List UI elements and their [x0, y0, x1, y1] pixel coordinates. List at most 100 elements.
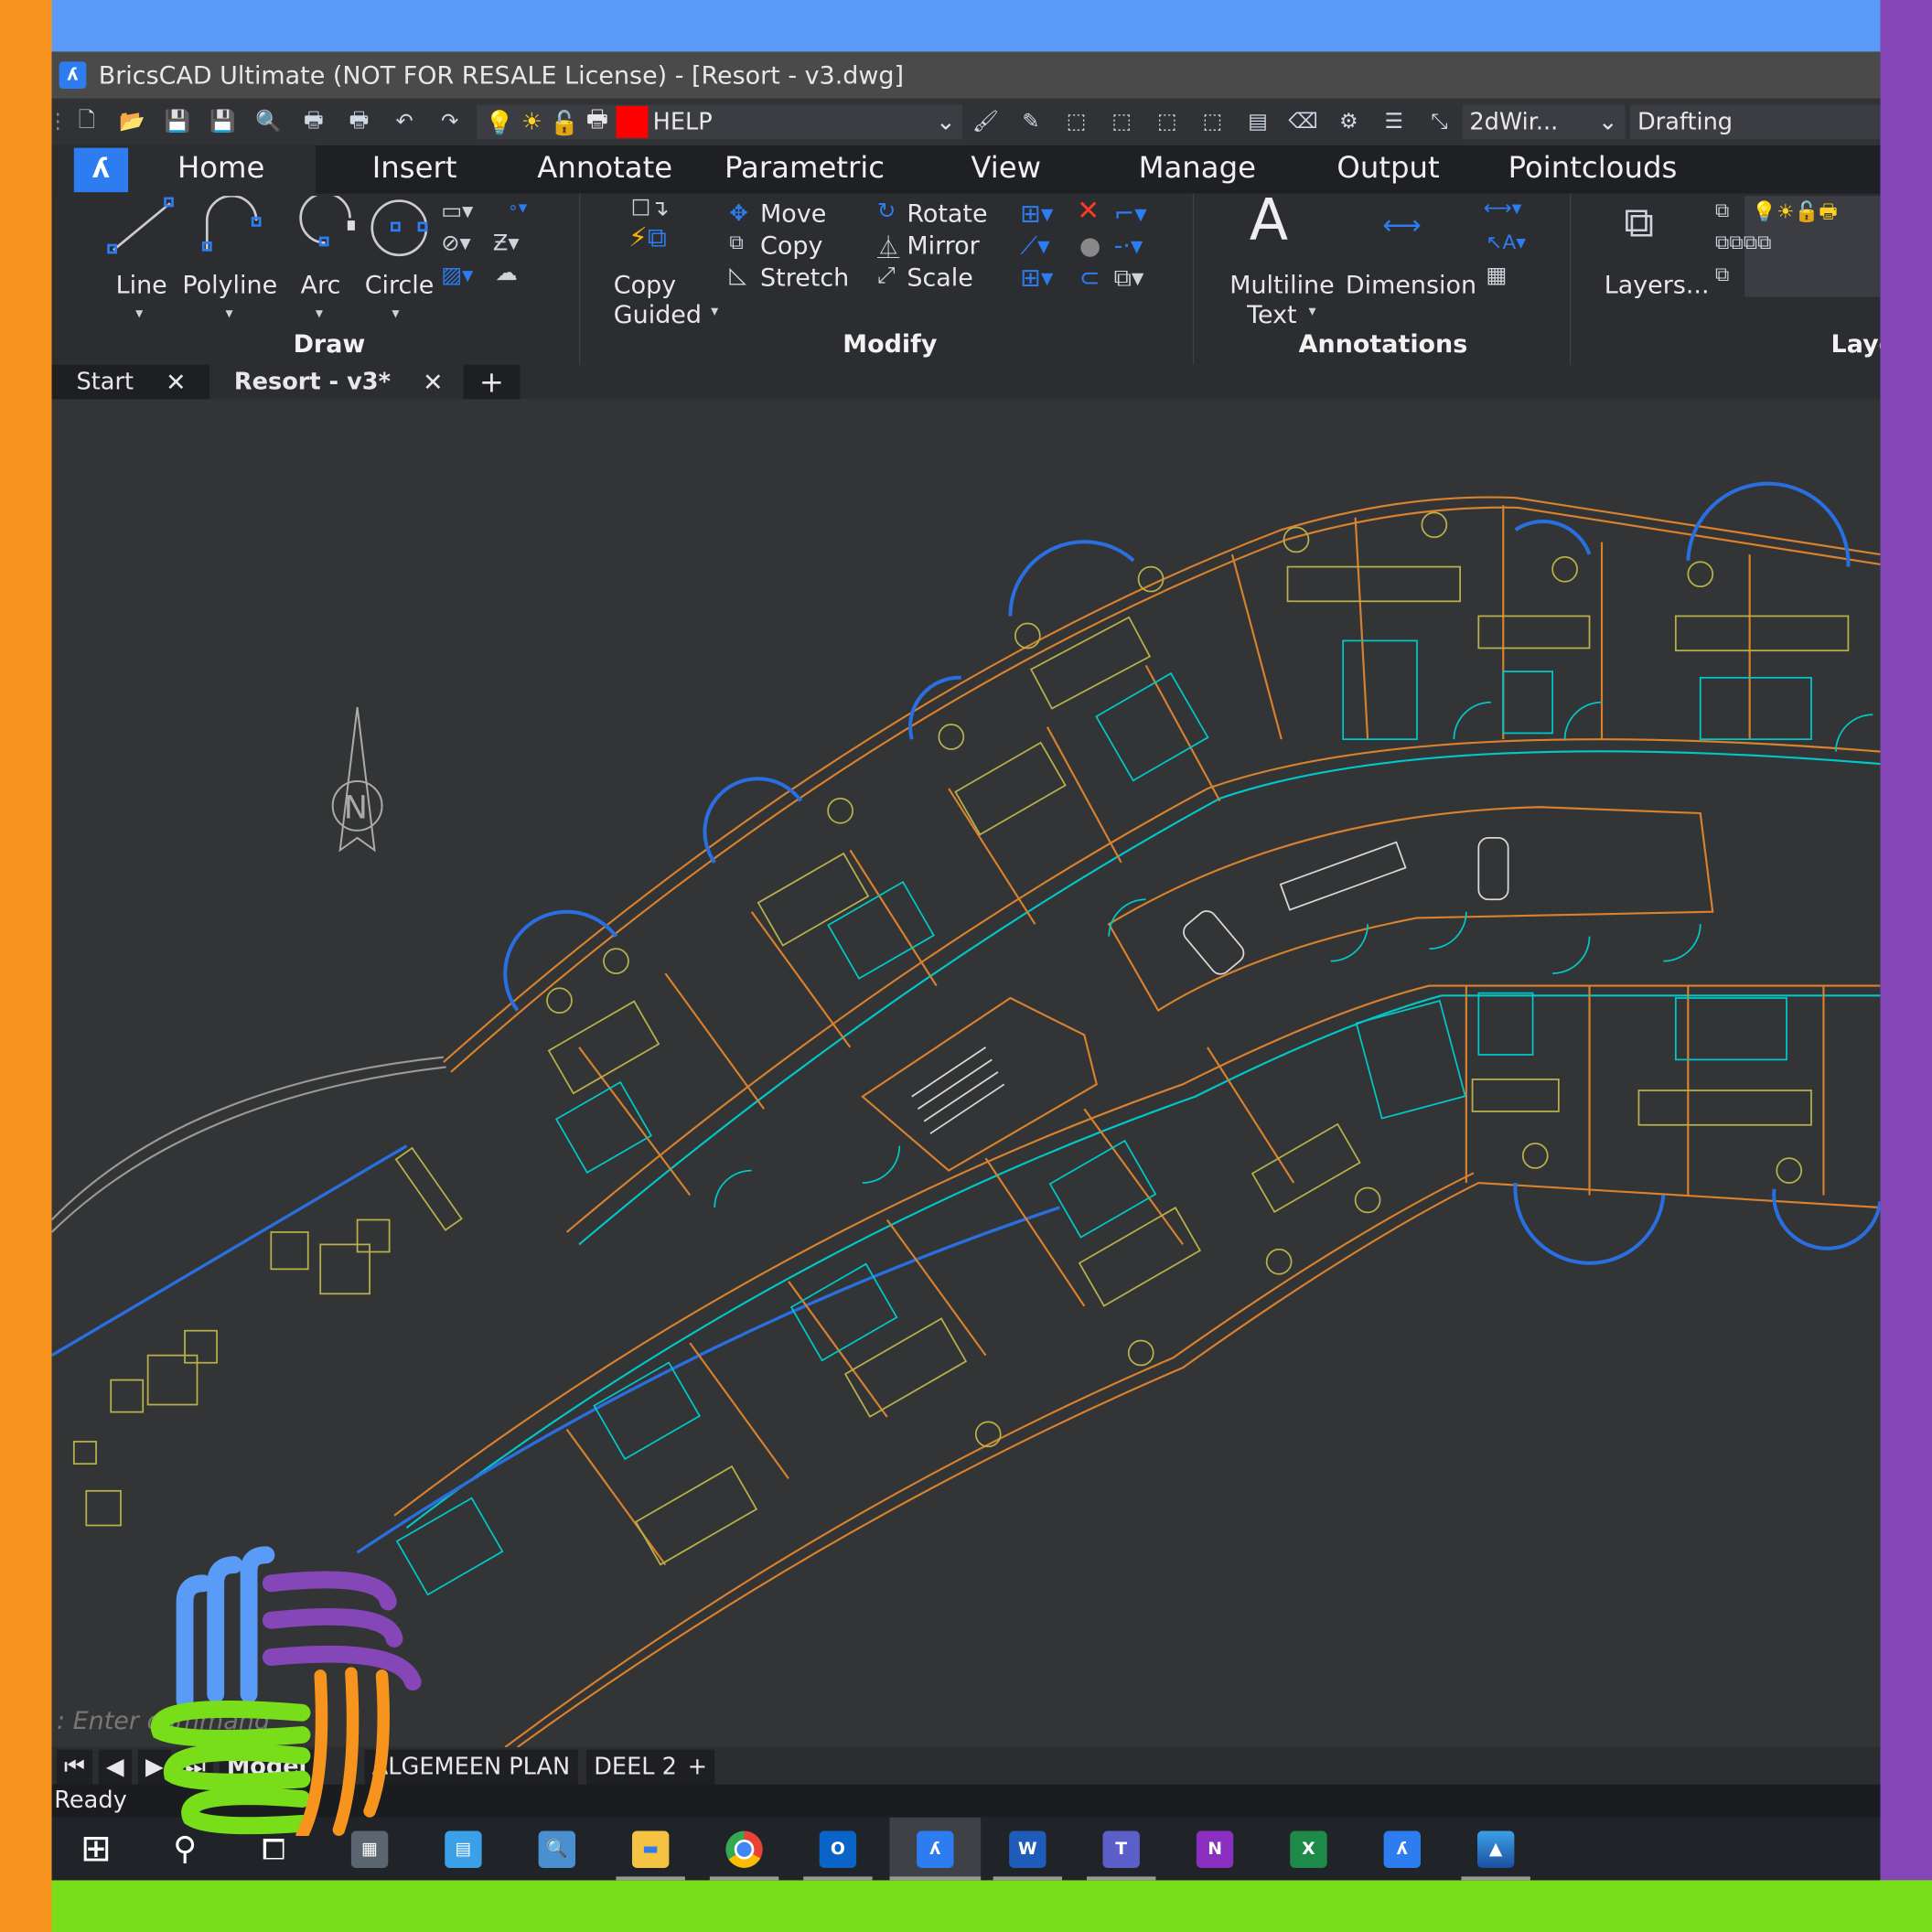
- layer-combo[interactable]: 💡 ☀ 🔓 🖶 HELP ⌄: [477, 102, 963, 142]
- layer-off-icon[interactable]: ⬚: [1197, 107, 1228, 136]
- doc-tab-resort[interactable]: Resort - v3* ✕: [211, 364, 459, 400]
- batch-plot-icon[interactable]: 🖶: [344, 107, 374, 136]
- leader-icon[interactable]: ↖A▾: [1486, 231, 1526, 254]
- tab-annotate[interactable]: Annotate: [537, 150, 672, 185]
- bricscad-taskbar-icon[interactable]: ʎ: [889, 1817, 982, 1881]
- multiline-text-button-line2[interactable]: Text: [1247, 299, 1296, 328]
- save-as-icon[interactable]: 💾: [208, 107, 238, 136]
- layer-isolate-icon[interactable]: ⬚: [1106, 107, 1136, 136]
- plot-icon[interactable]: 🖶: [298, 107, 328, 136]
- stretch-button[interactable]: Stretch: [760, 263, 849, 292]
- circle-dropdown-icon[interactable]: ▾: [392, 305, 399, 322]
- line-button[interactable]: Line: [116, 270, 167, 299]
- point-icon[interactable]: ∘▾: [508, 199, 527, 219]
- erase-icon[interactable]: ✕: [1077, 196, 1100, 227]
- layout-manager-icon[interactable]: ☰: [1379, 107, 1409, 136]
- move-button[interactable]: Move: [760, 199, 826, 228]
- align-icon[interactable]: ⧉▾: [1114, 263, 1144, 292]
- tab-view[interactable]: View: [971, 150, 1041, 185]
- explode-icon[interactable]: ●: [1079, 231, 1101, 260]
- lightbulb-icon[interactable]: 💡: [485, 108, 514, 136]
- polyline-dropdown-icon[interactable]: ▾: [225, 305, 232, 322]
- layer-tools-icon[interactable]: ⧉⧉⧉⧉: [1715, 231, 1772, 255]
- dimension-button[interactable]: Dimension: [1346, 270, 1476, 299]
- copy-guided-dropdown-icon[interactable]: ▾: [711, 302, 718, 319]
- teams-icon[interactable]: T: [1087, 1818, 1156, 1881]
- eraser-icon[interactable]: ⌫: [1288, 107, 1318, 136]
- lock-icon[interactable]: 🔓: [550, 108, 579, 136]
- offset-icon[interactable]: ⊂: [1079, 263, 1100, 292]
- select-icon[interactable]: ⬚: [1061, 107, 1091, 136]
- polyline-button[interactable]: Polyline: [182, 270, 277, 299]
- rectangle-icon[interactable]: ▭▾: [441, 199, 473, 224]
- word-icon[interactable]: W: [993, 1818, 1063, 1881]
- copy-button[interactable]: Copy: [760, 231, 822, 260]
- arc-dropdown-icon[interactable]: ▾: [316, 305, 323, 322]
- sun-icon[interactable]: ☀: [521, 109, 542, 136]
- trim-icon[interactable]: ⊞▾: [1020, 199, 1053, 228]
- spline-icon[interactable]: Ƶ▾: [493, 231, 520, 256]
- chevron-down-icon[interactable]: ⌄: [1598, 109, 1617, 136]
- tab-pointclouds[interactable]: Pointclouds: [1508, 150, 1678, 185]
- bricscad-2-icon[interactable]: ʎ: [1368, 1818, 1436, 1881]
- tab-manage[interactable]: Manage: [1139, 150, 1256, 185]
- extend-icon[interactable]: ⟋▾: [1020, 231, 1049, 260]
- excel-icon[interactable]: X: [1274, 1818, 1343, 1881]
- new-file-icon[interactable]: 🗋: [71, 107, 102, 136]
- revision-cloud-icon[interactable]: ☁: [495, 260, 517, 285]
- mirror-button[interactable]: Mirror: [907, 231, 979, 260]
- ellipse-icon[interactable]: ⊘▾: [441, 231, 470, 256]
- layer-state-icon[interactable]: ⧉: [1715, 263, 1729, 287]
- tab-insert[interactable]: Insert: [372, 150, 457, 185]
- layout-tab-deel-2[interactable]: DEEL 2: [586, 1749, 685, 1785]
- settings-icon[interactable]: ⚙: [1334, 107, 1364, 136]
- visual-style-combo[interactable]: 2dWir... ⌄: [1462, 104, 1626, 140]
- bricscad-app-icon[interactable]: ʎ: [59, 61, 87, 89]
- chrome-icon[interactable]: [709, 1818, 779, 1881]
- magnifier-icon[interactable]: 🔍: [522, 1818, 591, 1881]
- copy-guided-button[interactable]: Copy: [614, 270, 676, 299]
- new-tab-button[interactable]: +: [463, 364, 521, 400]
- circle-button[interactable]: Circle: [365, 270, 435, 299]
- redo-icon[interactable]: ↷: [435, 107, 465, 136]
- close-icon[interactable]: ✕: [166, 367, 187, 396]
- hatch-icon[interactable]: ▨▾: [441, 263, 473, 288]
- mtext-dropdown-icon[interactable]: ▾: [1308, 302, 1315, 319]
- multiline-text-button[interactable]: Multiline: [1229, 270, 1334, 299]
- viewport-icon[interactable]: ⤡: [1424, 107, 1454, 136]
- outlook-icon[interactable]: O: [803, 1818, 873, 1881]
- layer-previous-icon[interactable]: ⧉: [1715, 199, 1729, 223]
- arc-button[interactable]: Arc: [301, 270, 341, 299]
- tab-output[interactable]: Output: [1336, 150, 1439, 185]
- photos-icon[interactable]: ▲: [1461, 1818, 1530, 1881]
- open-file-icon[interactable]: 📂: [117, 107, 147, 136]
- onenote-icon[interactable]: N: [1180, 1818, 1249, 1881]
- scale-button[interactable]: Scale: [907, 263, 972, 292]
- array-icon[interactable]: ⊞▾: [1020, 263, 1053, 292]
- break-icon[interactable]: -·▾: [1114, 231, 1143, 260]
- table-icon[interactable]: ▦: [1486, 263, 1507, 288]
- previous-layout-button[interactable]: ◀: [98, 1749, 132, 1785]
- first-layout-button[interactable]: ⏮: [56, 1749, 93, 1785]
- linear-dimension-icon[interactable]: ⟷▾: [1484, 196, 1522, 220]
- workspace-combo[interactable]: Drafting: [1629, 104, 1881, 140]
- save-icon[interactable]: 💾: [162, 107, 192, 136]
- print-preview-icon[interactable]: 🔍: [253, 107, 284, 136]
- tab-parametric[interactable]: Parametric: [724, 150, 885, 185]
- match-properties-icon[interactable]: 🖌: [971, 107, 1001, 136]
- doc-tab-start[interactable]: Start ✕: [51, 364, 209, 400]
- tab-home[interactable]: Home: [177, 150, 264, 185]
- lightbulb-icon[interactable]: 💡☀🔓🖶: [1752, 199, 1837, 231]
- close-icon[interactable]: ✕: [423, 367, 444, 396]
- start-icon[interactable]: ⊞: [61, 1818, 130, 1881]
- printer-icon[interactable]: 🖶: [586, 102, 608, 142]
- pick-icon[interactable]: ✎: [1015, 107, 1046, 136]
- copy-guided-button-line2[interactable]: Guided: [614, 299, 702, 328]
- toolbar-grip[interactable]: ⋮: [52, 107, 69, 136]
- line-dropdown-icon[interactable]: ▾: [135, 305, 143, 322]
- properties-icon[interactable]: ▤: [1242, 107, 1272, 136]
- rotate-button[interactable]: Rotate: [907, 199, 987, 228]
- layers-button[interactable]: Layers...: [1605, 270, 1710, 299]
- add-layout-button[interactable]: +: [680, 1749, 715, 1785]
- application-menu-button[interactable]: ʎ: [73, 147, 129, 193]
